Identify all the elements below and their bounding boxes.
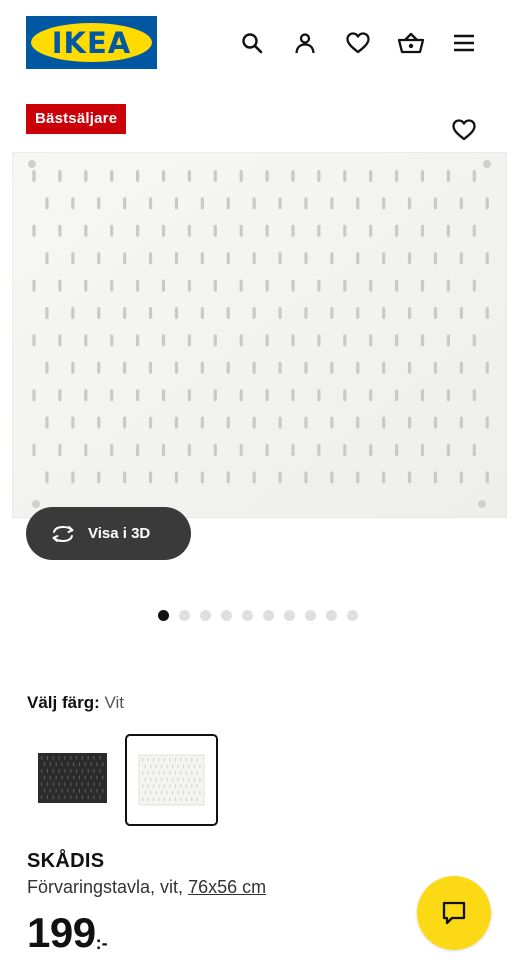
carousel-dot[interactable] — [242, 610, 253, 621]
carousel-dot[interactable] — [158, 610, 169, 621]
carousel-indicator — [158, 610, 358, 621]
view-in-3d-button[interactable]: Visa i 3D — [26, 507, 191, 560]
product-image[interactable] — [11, 151, 508, 519]
carousel-dot[interactable] — [347, 610, 358, 621]
chat-button[interactable] — [417, 876, 491, 950]
carousel-dot[interactable] — [284, 610, 295, 621]
carousel-dot[interactable] — [200, 610, 211, 621]
selected-color-value: Vit — [104, 693, 125, 712]
user-icon[interactable] — [290, 28, 320, 58]
white-pegboard-thumbnail — [138, 751, 205, 809]
product-name: SKÅDIS — [27, 850, 105, 872]
carousel-dot[interactable] — [263, 610, 274, 621]
pegboard-illustration — [11, 151, 508, 519]
heart-icon[interactable] — [343, 28, 373, 58]
basket-icon[interactable] — [396, 28, 426, 58]
header: IKEA — [0, 0, 518, 90]
choose-color-label: Välj färg: — [27, 693, 100, 712]
color-swatch-black[interactable] — [35, 750, 110, 806]
bestseller-badge: Bästsäljare — [26, 104, 127, 134]
carousel-dot[interactable] — [221, 610, 232, 621]
logo-text: IKEA — [51, 26, 132, 60]
add-to-favourites-heart-icon[interactable] — [450, 116, 478, 144]
carousel-dot[interactable] — [305, 610, 316, 621]
product-price: 199 :- — [27, 908, 108, 958]
ikea-logo[interactable]: IKEA — [26, 16, 157, 69]
product-description: Förvaringstavla, vit, 76x56 cm — [27, 877, 266, 898]
product-size-link[interactable]: 76x56 cm — [188, 877, 266, 897]
menu-icon[interactable] — [449, 28, 479, 58]
view-in-3d-label: Visa i 3D — [88, 525, 151, 542]
price-amount: 199 — [27, 909, 96, 956]
color-swatch-white[interactable] — [125, 734, 218, 826]
carousel-dot[interactable] — [326, 610, 337, 621]
rotate-3d-icon — [52, 525, 74, 542]
chat-icon — [442, 901, 466, 925]
color-selector-label: Välj färg: Vit — [27, 693, 124, 713]
black-pegboard-thumbnail — [38, 753, 107, 803]
carousel-dot[interactable] — [179, 610, 190, 621]
price-suffix: :- — [95, 933, 108, 953]
search-icon[interactable] — [237, 28, 267, 58]
product-type: Förvaringstavla, vit, — [27, 877, 184, 897]
